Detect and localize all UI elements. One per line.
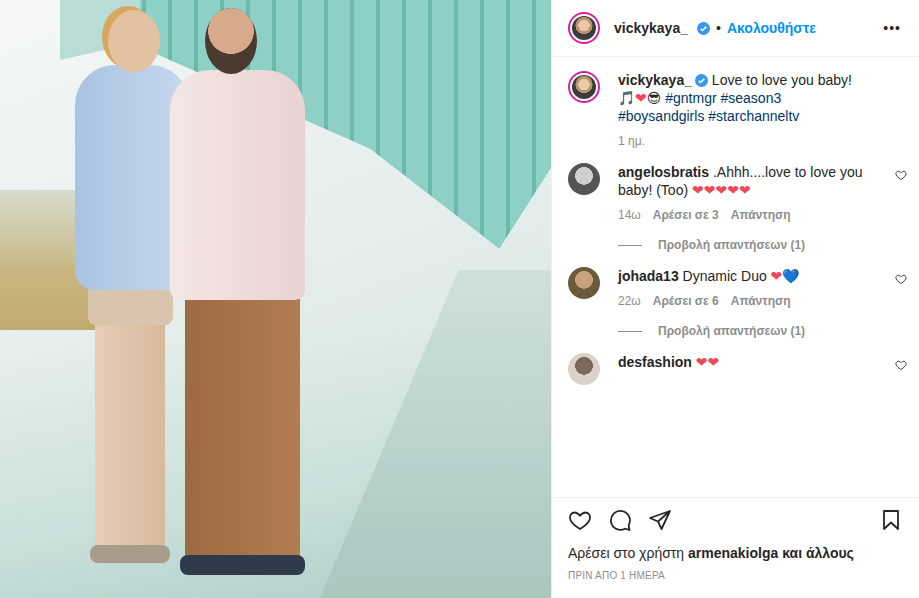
comments-list: vickykaya_ Love to love you baby! 🎵❤😎 #g… — [552, 57, 919, 497]
comment-like — [883, 163, 919, 253]
liker-username[interactable]: armenakiolga — [688, 545, 778, 561]
comment-text: angelosbratis .Ahhh....love to love you … — [618, 163, 865, 199]
woman-head — [108, 10, 160, 72]
dash — [618, 331, 642, 332]
commenter-username[interactable]: desfashion — [618, 354, 692, 370]
comment-text: desfashion ❤❤ — [618, 353, 865, 371]
post-panel: vickykaya_ • Ακολουθήστε ••• vickykaya_ Love… — [551, 0, 919, 598]
comment-body: ❤❤ — [696, 354, 719, 370]
view-replies-label[interactable]: Προβολή απαντήσεων (1) — [658, 323, 805, 339]
avatar-image — [572, 16, 596, 40]
commenter-username[interactable]: johada13 — [618, 268, 679, 284]
commenter-avatar[interactable] — [568, 353, 600, 385]
comment-icon[interactable] — [608, 508, 632, 532]
comment-time: 14ω — [618, 207, 641, 223]
caption-username[interactable]: vickykaya_ — [618, 72, 692, 88]
more-options-button[interactable]: ••• — [879, 16, 905, 40]
verified-icon — [695, 74, 708, 87]
heart-icon[interactable] — [568, 508, 592, 532]
follow-button[interactable]: Ακολουθήστε — [727, 20, 816, 36]
comment-content: johada13 Dynamic Duo ❤💙 22ω Αρέσει σε 6 Απά… — [618, 267, 865, 339]
caption-emojis: 🎵❤😎 — [618, 90, 661, 106]
caption: vickykaya_ Love to love you baby! 🎵❤😎 #g… — [568, 71, 919, 149]
comment-meta: 14ω Αρέσει σε 3 Απάντηση — [618, 207, 865, 223]
author-username[interactable]: vickykaya_ — [614, 20, 688, 36]
man-head — [205, 8, 257, 74]
post-timestamp: ΠΡΙΝ ΑΠΟ 1 ΗΜΕΡΑ — [552, 562, 919, 586]
hashtag-link[interactable]: #gntmgr — [665, 90, 716, 106]
man-shoes — [180, 555, 305, 575]
comment: angelosbratis .Ahhh....love to love you … — [568, 163, 919, 253]
view-replies-label[interactable]: Προβολή απαντήσεων (1) — [658, 237, 805, 253]
comment-time: 22ω — [618, 293, 641, 309]
post-header: vickykaya_ • Ακολουθήστε ••• — [552, 0, 919, 57]
likes-others[interactable]: και άλλους — [782, 545, 854, 561]
comment-content: angelosbratis .Ahhh....love to love you … — [618, 163, 865, 253]
comment-likes[interactable]: Αρέσει σε 6 — [653, 293, 719, 309]
comment-body: Dynamic Duo ❤💙 — [683, 268, 800, 284]
comment: johada13 Dynamic Duo ❤💙 22ω Αρέσει σε 6 Απά… — [568, 267, 919, 339]
hashtag-link[interactable]: #boysandgirls — [618, 108, 704, 124]
post-footer: Αρέσει στο χρήστη armenakiolga και άλλου… — [552, 497, 919, 598]
man-pants — [185, 285, 300, 565]
hashtag-link[interactable]: #season3 — [720, 90, 781, 106]
woman-sandals — [90, 545, 170, 563]
avatar-image — [568, 163, 600, 195]
reply-button[interactable]: Απάντηση — [731, 207, 791, 223]
verified-icon — [697, 22, 710, 35]
avatar-image — [572, 75, 596, 99]
hashtag-link[interactable]: #starchanneltv — [708, 108, 799, 124]
heart-icon[interactable] — [895, 273, 907, 285]
woman-legs — [95, 290, 165, 560]
commenter-avatar[interactable] — [568, 163, 600, 195]
avatar-image — [568, 353, 600, 385]
caption-text: vickykaya_ Love to love you baby! 🎵❤😎 #g… — [618, 71, 865, 125]
caption-avatar[interactable] — [568, 71, 600, 103]
likes-prefix: Αρέσει στο χρήστη — [568, 545, 684, 561]
comment-meta: 22ω Αρέσει σε 6 Απάντηση — [618, 293, 865, 309]
caption-content: vickykaya_ Love to love you baby! 🎵❤😎 #g… — [618, 71, 865, 149]
view-replies-button[interactable]: Προβολή απαντήσεων (1) — [618, 237, 865, 253]
comment-likes[interactable]: Αρέσει σε 3 — [653, 207, 719, 223]
commenter-username[interactable]: angelosbratis — [618, 164, 709, 180]
comment-text: johada13 Dynamic Duo ❤💙 — [618, 267, 865, 285]
reply-button[interactable]: Απάντηση — [731, 293, 791, 309]
comment-like — [883, 353, 919, 385]
action-bar — [552, 498, 919, 538]
post-photo — [0, 0, 551, 598]
comment-like — [883, 267, 919, 339]
caption-meta: 1 ημ. — [618, 133, 865, 149]
separator: • — [716, 20, 721, 36]
caption-time: 1 ημ. — [618, 133, 645, 149]
man-shirt — [170, 70, 305, 300]
comment: desfashion ❤❤ — [568, 353, 919, 385]
likes-summary: Αρέσει στο χρήστη armenakiolga και άλλου… — [552, 538, 919, 562]
commenter-avatar[interactable] — [568, 267, 600, 299]
spacer — [883, 71, 919, 149]
dash — [618, 245, 642, 246]
bookmark-icon[interactable] — [879, 508, 903, 532]
comment-content: desfashion ❤❤ — [618, 353, 865, 385]
avatar-image — [568, 267, 600, 299]
caption-message: Love to love you baby! — [712, 72, 852, 88]
heart-icon[interactable] — [895, 359, 907, 371]
share-icon[interactable] — [648, 508, 672, 532]
heart-icon[interactable] — [895, 169, 907, 181]
author-avatar[interactable] — [568, 12, 600, 44]
view-replies-button[interactable]: Προβολή απαντήσεων (1) — [618, 323, 865, 339]
